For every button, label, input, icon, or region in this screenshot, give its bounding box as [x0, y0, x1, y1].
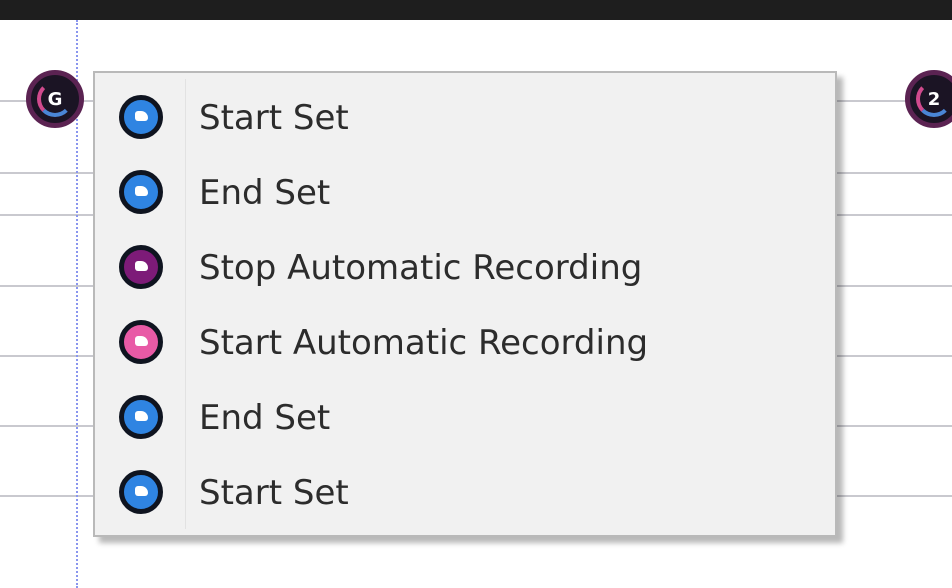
set-start-icon: [119, 95, 163, 139]
menu-item-start-set[interactable]: Start Set: [95, 81, 835, 156]
set-start-icon: [119, 470, 163, 514]
stop-recording-icon: [119, 245, 163, 289]
menu-item-label: Start Automatic Recording: [199, 323, 649, 363]
menu-item-stop-automatic-recording[interactable]: Stop Automatic Recording: [95, 231, 835, 306]
timeline-marker[interactable]: 2: [905, 70, 952, 128]
menu-item-end-set[interactable]: End Set: [95, 381, 835, 456]
top-toolbar: [0, 0, 952, 20]
marker-label: 2: [927, 88, 941, 110]
menu-item-label: Start Set: [199, 473, 349, 513]
menu-item-end-set[interactable]: End Set: [95, 156, 835, 231]
set-end-icon: [119, 170, 163, 214]
menu-item-label: End Set: [199, 398, 331, 438]
start-recording-icon: [119, 320, 163, 364]
menu-item-label: Stop Automatic Recording: [199, 248, 643, 288]
menu-item-start-set[interactable]: Start Set: [95, 456, 835, 531]
menu-item-start-automatic-recording[interactable]: Start Automatic Recording: [95, 306, 835, 381]
menu-item-label: Start Set: [199, 98, 349, 138]
menu-item-label: End Set: [199, 173, 331, 213]
timeline-marker[interactable]: G: [26, 70, 84, 128]
marker-label: G: [47, 88, 63, 110]
set-end-icon: [119, 395, 163, 439]
context-menu: Start Set End Set Stop Automatic Recordi…: [93, 71, 837, 537]
